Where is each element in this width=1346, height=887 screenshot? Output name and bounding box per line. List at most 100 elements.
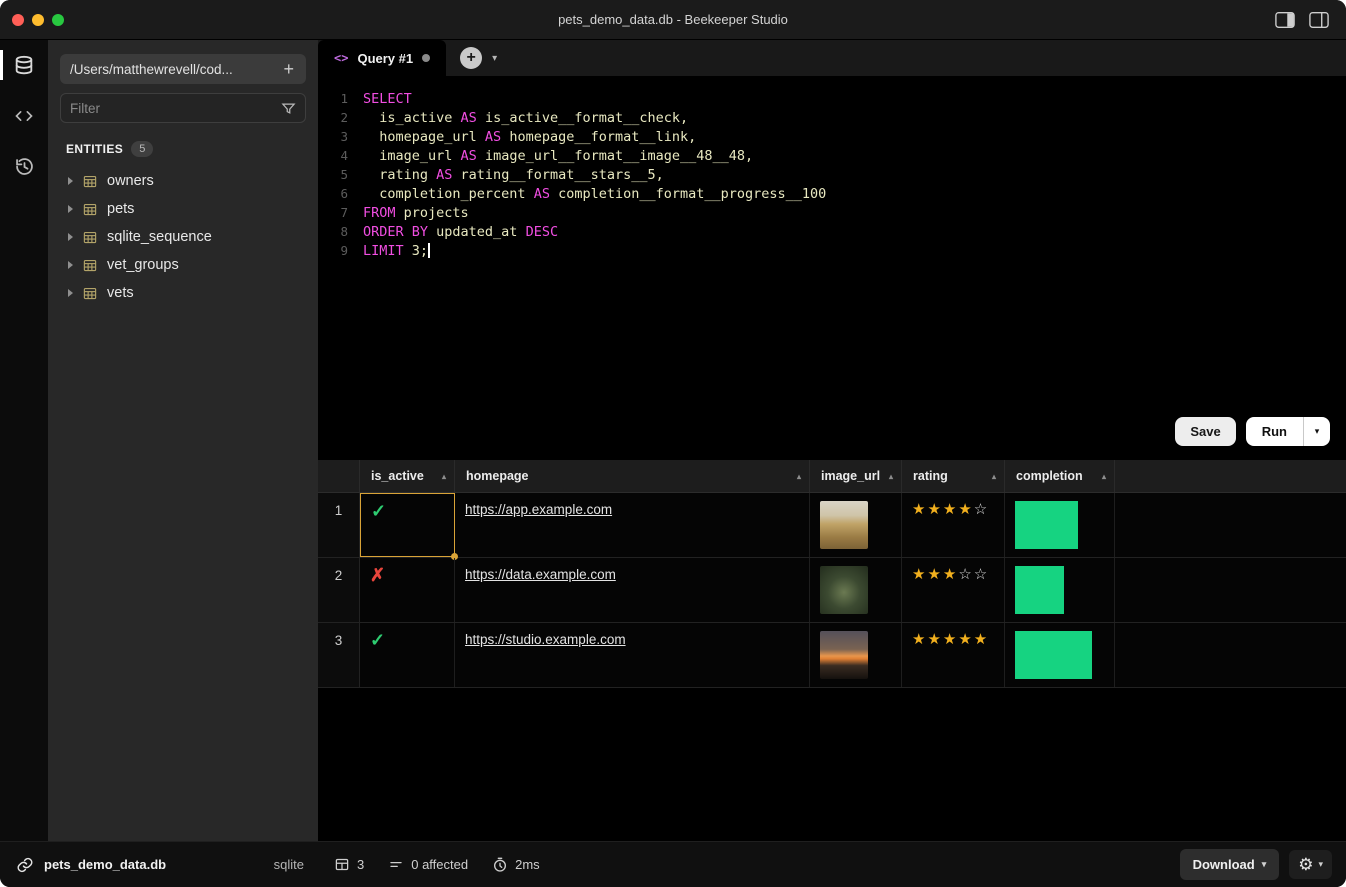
sort-caret-icon[interactable]: ▴ xyxy=(789,472,801,481)
rail-database-button[interactable] xyxy=(7,50,41,82)
row-filler xyxy=(1115,558,1346,622)
sort-caret-icon[interactable]: ▴ xyxy=(984,472,996,481)
column-header-image_url[interactable]: image_url▴ xyxy=(810,460,902,492)
zoom-window-button[interactable] xyxy=(52,14,64,26)
entities-count-badge: 5 xyxy=(131,141,153,157)
table-icon xyxy=(82,230,98,245)
rail-history-button[interactable] xyxy=(7,150,41,182)
chevron-right-icon xyxy=(68,177,73,185)
code-text: rating AS rating__format__stars__5, xyxy=(363,167,664,183)
close-window-button[interactable] xyxy=(12,14,24,26)
cell-rating[interactable]: ★★★☆☆ xyxy=(902,558,1005,622)
rail-code-button[interactable] xyxy=(7,100,41,132)
line-number: 5 xyxy=(318,167,348,182)
cell-is-active[interactable]: ✓ xyxy=(360,493,455,557)
column-label: rating xyxy=(913,469,948,483)
star-rating: ★★★☆☆ xyxy=(912,564,989,583)
sidebar-item-owners[interactable]: owners xyxy=(60,167,306,195)
connection-path-input[interactable]: /Users/matthewrevell/cod... + xyxy=(60,54,306,84)
cross-icon: ✗ xyxy=(370,565,385,585)
sidebar-item-sqlite_sequence[interactable]: sqlite_sequence xyxy=(60,223,306,251)
cell-completion[interactable] xyxy=(1005,623,1115,687)
cell-completion[interactable] xyxy=(1005,558,1115,622)
entity-name: pets xyxy=(107,201,134,217)
empty-stars-icon: ☆ xyxy=(974,501,989,518)
stat-rows-affected: 0 affected xyxy=(388,857,468,872)
cell-is-active[interactable]: ✗ xyxy=(360,558,455,622)
cell-homepage[interactable]: https://studio.example.com xyxy=(455,623,810,687)
entities-label: ENTITIES xyxy=(66,142,123,156)
editor-line: 8ORDER BY updated_at DESC xyxy=(318,222,1346,241)
column-label: completion xyxy=(1016,469,1083,483)
download-button[interactable]: Download ▾ xyxy=(1180,849,1280,880)
run-button[interactable]: Run xyxy=(1246,417,1304,446)
sidebar-item-vet_groups[interactable]: vet_groups xyxy=(60,251,306,279)
save-button[interactable]: Save xyxy=(1175,417,1235,446)
cell-image-url[interactable] xyxy=(810,558,902,622)
row-number[interactable]: 2 xyxy=(318,558,360,622)
cell-rating[interactable]: ★★★★☆ xyxy=(902,493,1005,557)
results-settings-button[interactable]: ⚙ ▾ xyxy=(1289,850,1332,879)
new-tab-button[interactable]: + xyxy=(460,47,482,69)
entity-filter xyxy=(60,93,306,123)
row-number[interactable]: 3 xyxy=(318,623,360,687)
stat-label: 0 affected xyxy=(411,857,468,872)
line-number: 6 xyxy=(318,186,348,201)
cell-image-url[interactable] xyxy=(810,493,902,557)
row-number[interactable]: 1 xyxy=(318,493,360,557)
tab-query-1[interactable]: <> Query #1 xyxy=(318,40,446,76)
column-header-is_active[interactable]: is_active▴ xyxy=(360,460,455,492)
new-tab-chevron-down-icon[interactable]: ▾ xyxy=(492,53,497,64)
sidebar-item-pets[interactable]: pets xyxy=(60,195,306,223)
cell-rating[interactable]: ★★★★★ xyxy=(902,623,1005,687)
code-text: FROM projects xyxy=(363,205,469,221)
field-thumbnail xyxy=(820,501,868,549)
sort-caret-icon[interactable]: ▴ xyxy=(881,472,893,481)
rows-affected-icon xyxy=(388,857,404,872)
cell-is-active[interactable]: ✓ xyxy=(360,623,455,687)
app-body: /Users/matthewrevell/cod... + ENTITIES 5… xyxy=(0,40,1346,841)
run-options-chevron-down-icon[interactable]: ▾ xyxy=(1304,417,1330,446)
cell-homepage[interactable]: https://data.example.com xyxy=(455,558,810,622)
tab-label: Query #1 xyxy=(357,51,413,66)
sidebar-item-vets[interactable]: vets xyxy=(60,279,306,307)
sql-editor[interactable]: 1SELECT2 is_active AS is_active__format_… xyxy=(318,76,1346,460)
toggle-right-panel-icon[interactable] xyxy=(1274,10,1296,30)
minimize-window-button[interactable] xyxy=(32,14,44,26)
app-window: pets_demo_data.db - Beekeeper Studio xyxy=(0,0,1346,887)
editor-line: 3 homepage_url AS homepage__format__link… xyxy=(318,127,1346,146)
result-table-icon xyxy=(334,857,350,872)
star-rating: ★★★★☆ xyxy=(912,499,989,518)
homepage-link[interactable]: https://app.example.com xyxy=(465,502,612,517)
add-connection-button[interactable]: + xyxy=(281,60,296,78)
completion-progress-bar xyxy=(1015,631,1092,679)
query-code-icon: <> xyxy=(334,51,348,65)
column-header-completion[interactable]: completion ▴ xyxy=(1005,460,1115,492)
column-header-rating[interactable]: rating ▴ xyxy=(902,460,1005,492)
tab-bar: <> Query #1 + ▾ xyxy=(318,40,1346,76)
editor-line: 7FROM projects xyxy=(318,203,1346,222)
gear-icon: ⚙ xyxy=(1298,856,1313,873)
header-filler xyxy=(1115,460,1346,492)
unsaved-changes-dot[interactable] xyxy=(422,54,430,62)
download-chevron-down-icon: ▾ xyxy=(1262,859,1267,870)
star-rating: ★★★★★ xyxy=(912,629,989,648)
line-number: 8 xyxy=(318,224,348,239)
homepage-link[interactable]: https://studio.example.com xyxy=(465,632,626,647)
code-text: homepage_url AS homepage__format__link, xyxy=(363,129,696,145)
entity-filter-input[interactable] xyxy=(70,101,281,116)
sort-caret-icon[interactable]: ▴ xyxy=(1094,472,1106,481)
row-filler xyxy=(1115,623,1346,687)
history-icon xyxy=(14,156,35,177)
table-row: 2 ✗ https://data.example.com ★★★☆☆ xyxy=(318,558,1346,623)
statusbar-actions: Download ▾ ⚙ ▾ xyxy=(1180,849,1346,880)
toggle-sidebar-panel-icon[interactable] xyxy=(1308,10,1330,30)
cell-homepage[interactable]: https://app.example.com xyxy=(455,493,810,557)
sort-caret-icon[interactable]: ▴ xyxy=(434,472,446,481)
homepage-link[interactable]: https://data.example.com xyxy=(465,567,616,582)
window-title: pets_demo_data.db - Beekeeper Studio xyxy=(0,12,1346,27)
column-header-homepage[interactable]: homepage▴ xyxy=(455,460,810,492)
cell-image-url[interactable] xyxy=(810,623,902,687)
cell-completion[interactable] xyxy=(1005,493,1115,557)
traffic-lights xyxy=(0,14,64,26)
